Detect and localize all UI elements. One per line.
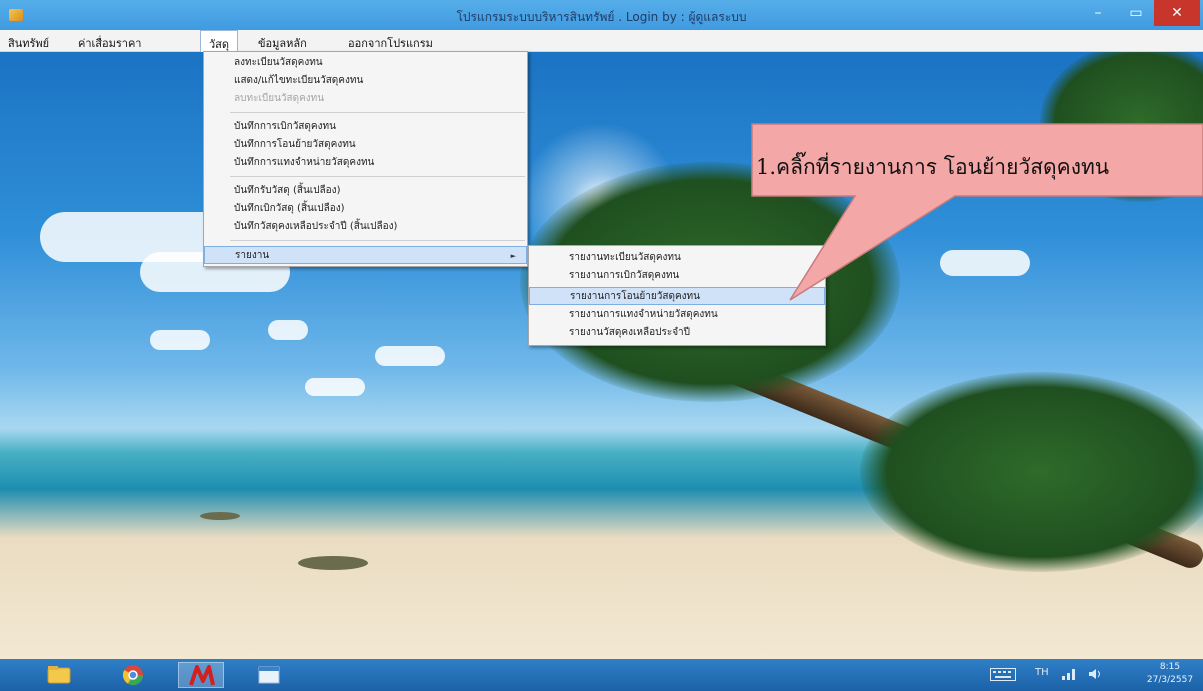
- menu-bar: สินทรัพย์ ค่าเสื่อมราคา วัสดุ ข้อมูลหลัก…: [0, 30, 1203, 52]
- menu-depreciation[interactable]: ค่าเสื่อมราคา: [78, 34, 142, 52]
- clock-time: 8:15: [1159, 662, 1181, 672]
- chrome-icon[interactable]: [110, 662, 156, 688]
- materials-dropdown: ลงทะเบียนวัสดุคงทน แสดง/แก้ไขทะเบียนวัสด…: [203, 51, 528, 267]
- report-annual-balance[interactable]: รายงานวัสดุคงเหลือประจำปี: [529, 324, 825, 342]
- system-clock[interactable]: 8:15 27/3/2557: [1140, 661, 1200, 687]
- callout-text: 1.คลิ๊กที่รายงานการ โอนย้ายวัสดุคงทน: [756, 155, 1110, 179]
- cloud: [375, 346, 445, 366]
- report-durable-register[interactable]: รายงานทะเบียนวัสดุคงทน: [529, 249, 825, 267]
- palm-trees-background: [860, 372, 1203, 572]
- menu-master-data[interactable]: ข้อมูลหลัก: [258, 34, 307, 52]
- menu-item-withdraw-consumables[interactable]: บันทึกเบิกวัสดุ (สิ้นเปลือง): [204, 200, 527, 218]
- minimize-button[interactable]: –: [1080, 0, 1116, 26]
- reports-submenu: รายงานทะเบียนวัสดุคงทน รายงานการเบิกวัสด…: [528, 245, 826, 346]
- cloud: [940, 250, 1030, 276]
- report-durable-transfer[interactable]: รายงานการโอนย้ายวัสดุคงทน: [529, 287, 825, 305]
- menu-item-reports[interactable]: รายงาน ►: [204, 246, 527, 264]
- menu-item-reports-label: รายงาน: [235, 250, 270, 261]
- menu-materials[interactable]: วัสดุ: [200, 30, 239, 52]
- cloud: [268, 320, 308, 340]
- file-explorer-icon[interactable]: [36, 662, 82, 688]
- volume-icon[interactable]: [1088, 668, 1102, 683]
- maximize-button[interactable]: ▭: [1118, 0, 1154, 26]
- submenu-arrow-icon: ►: [510, 252, 516, 260]
- report-durable-withdrawal[interactable]: รายงานการเบิกวัสดุคงทน: [529, 267, 825, 285]
- desktop-wallpaper: [0, 52, 1203, 659]
- menu-item-receive-consumables[interactable]: บันทึกรับวัสดุ (สิ้นเปลือง): [204, 182, 527, 200]
- menu-item-durable-transfer[interactable]: บันทึกการโอนย้ายวัสดุคงทน: [204, 136, 527, 154]
- menu-exit[interactable]: ออกจากโปรแกรม: [348, 34, 433, 52]
- menu-item-register-durable[interactable]: ลงทะเบียนวัสดุคงทน: [204, 54, 527, 72]
- cloud: [305, 378, 365, 396]
- menu-item-durable-withdrawal[interactable]: บันทึกการเบิกวัสดุคงทน: [204, 118, 527, 136]
- close-button[interactable]: ✕: [1154, 0, 1200, 26]
- menu-separator: [230, 240, 525, 241]
- window-app-icon[interactable]: [246, 662, 292, 688]
- menu-separator: [230, 112, 525, 113]
- network-icon[interactable]: [1062, 668, 1076, 683]
- asset-program-icon[interactable]: [178, 662, 224, 688]
- menu-item-edit-durable-register[interactable]: แสดง/แก้ไขทะเบียนวัสดุคงทน: [204, 72, 527, 90]
- menu-item-annual-consumables-balance[interactable]: บันทึกวัสดุคงเหลือประจำปี (สิ้นเปลือง): [204, 218, 527, 236]
- window-title: โปรแกรมระบบบริหารสินทรัพย์ . Login by : …: [456, 10, 747, 24]
- clock-date: 27/3/2557: [1146, 675, 1194, 685]
- report-durable-disposal[interactable]: รายงานการแทงจำหน่ายวัสดุคงทน: [529, 306, 825, 324]
- cloud: [150, 330, 210, 350]
- menu-separator: [230, 176, 525, 177]
- beach-rock: [298, 556, 368, 570]
- title-bar: โปรแกรมระบบบริหารสินทรัพย์ . Login by : …: [0, 0, 1203, 30]
- language-indicator[interactable]: TH: [1035, 667, 1049, 678]
- keyboard-icon[interactable]: [990, 668, 1016, 684]
- menu-assets[interactable]: สินทรัพย์: [8, 34, 49, 52]
- menu-item-durable-disposal[interactable]: บันทึกการแทงจำหน่ายวัสดุคงทน: [204, 154, 527, 172]
- taskbar: TH 8:15 27/3/2557: [0, 659, 1203, 691]
- sea-rock: [200, 512, 240, 520]
- menu-item-delete-durable-register: ลบทะเบียนวัสดุคงทน: [234, 93, 325, 104]
